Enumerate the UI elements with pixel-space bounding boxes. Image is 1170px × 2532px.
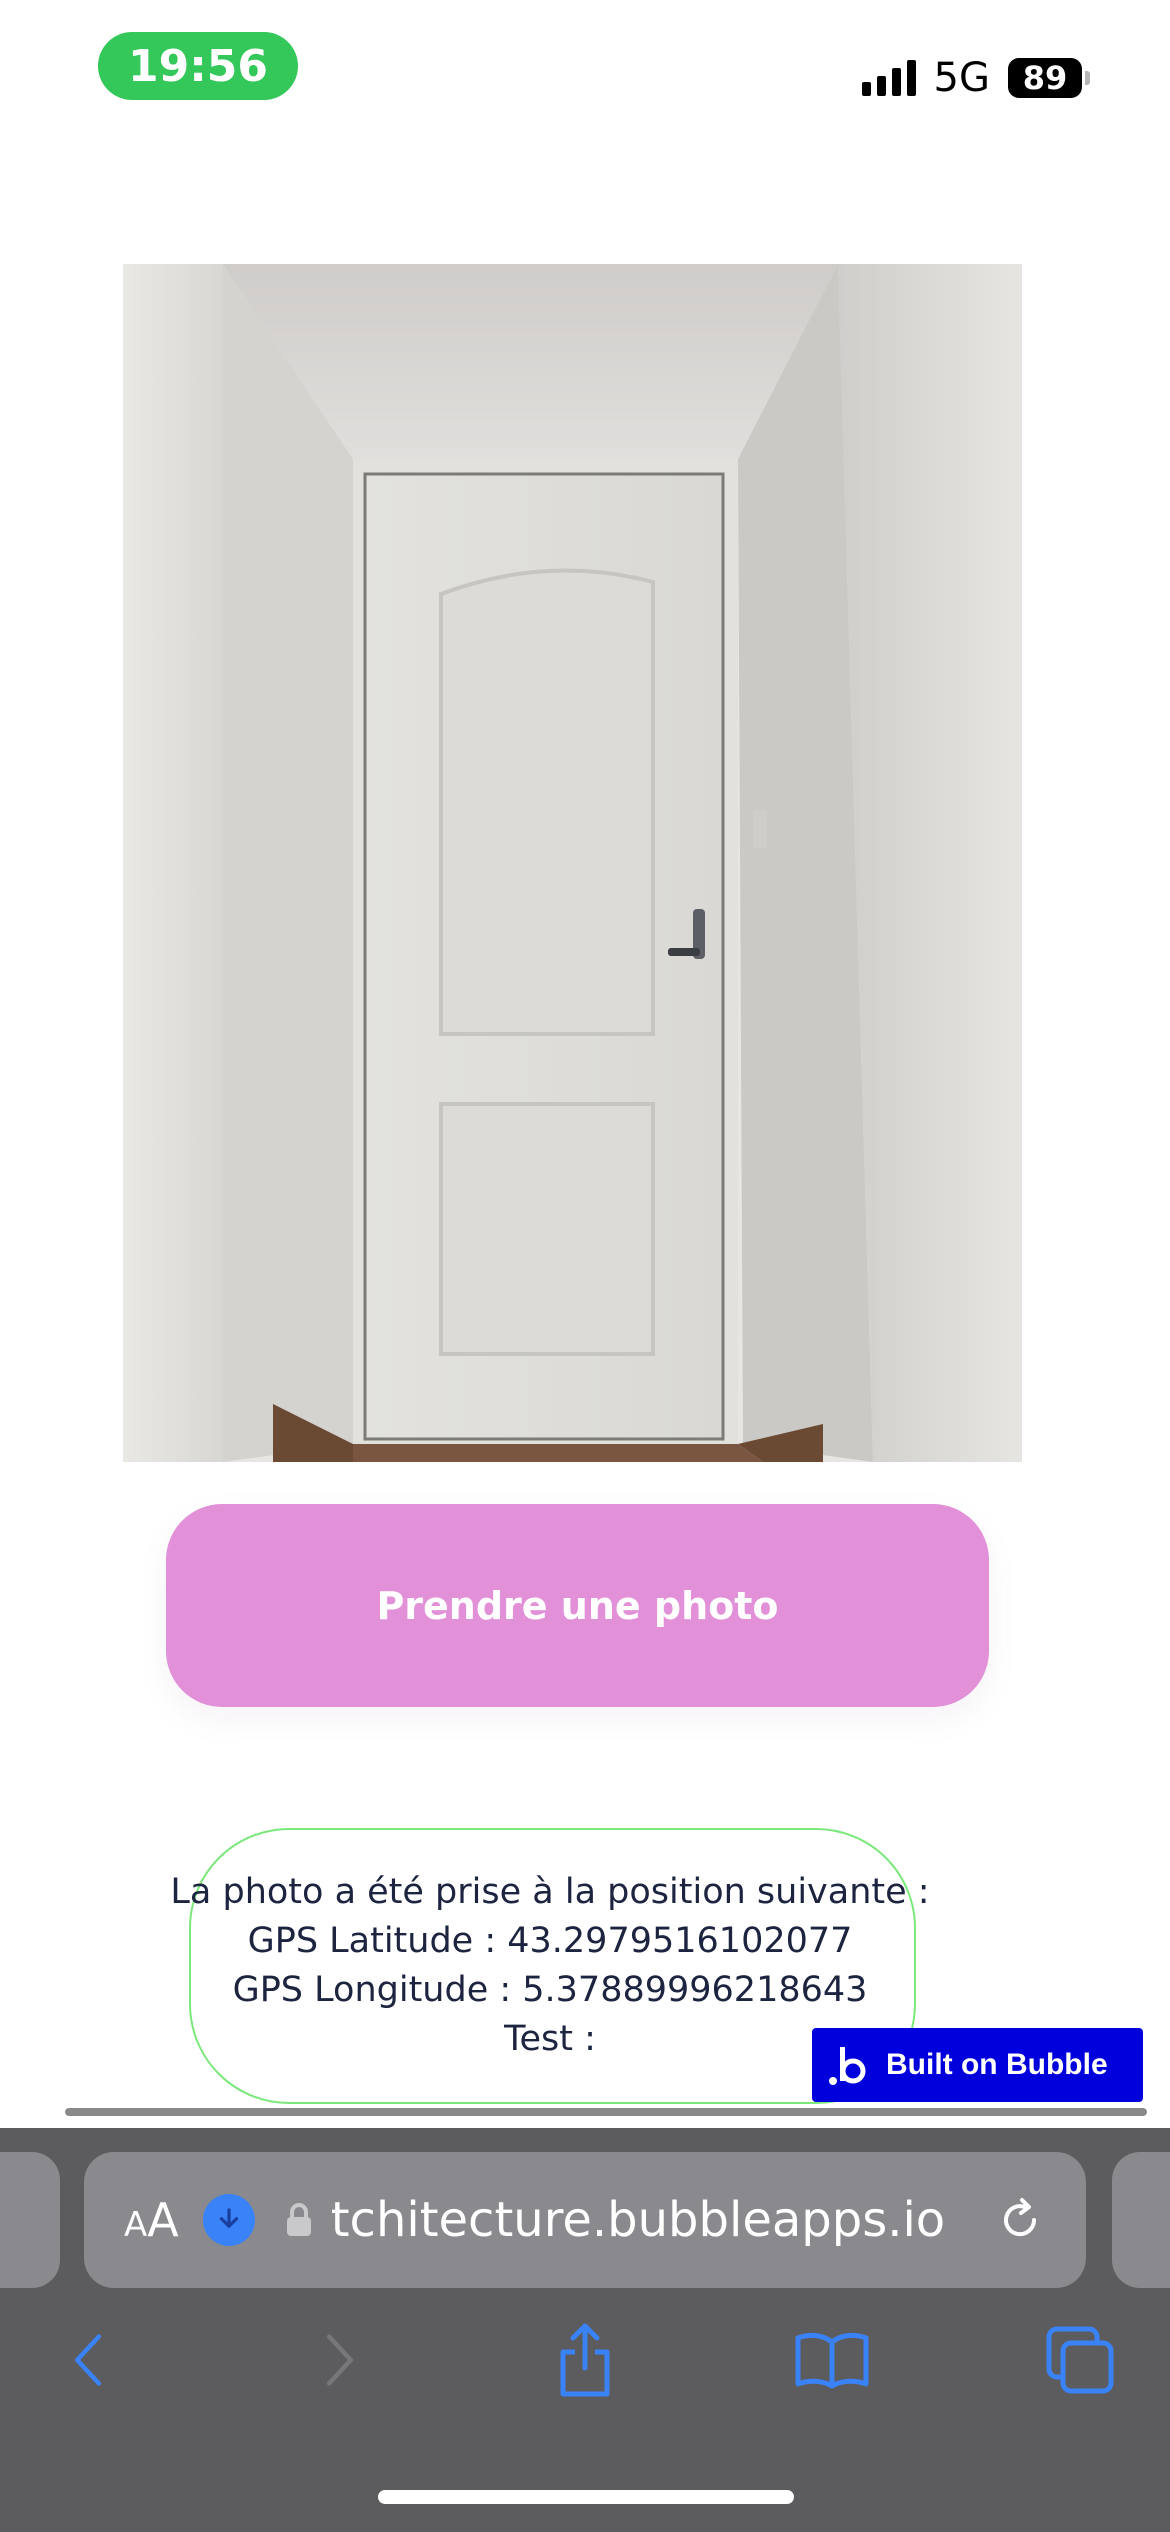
status-time: 19:56	[98, 32, 298, 100]
signal-icon	[861, 60, 916, 96]
previous-tab-preview[interactable]	[0, 2152, 60, 2288]
gps-longitude: GPS Longitude : 5.37889996218643	[232, 1970, 868, 2010]
status-indicators: 5G 89	[861, 48, 1090, 108]
reload-icon[interactable]	[994, 2194, 1046, 2246]
download-icon[interactable]	[202, 2194, 255, 2246]
back-icon[interactable]	[48, 2320, 128, 2400]
share-icon[interactable]	[545, 2320, 625, 2400]
home-indicator[interactable]	[378, 2490, 794, 2504]
url-text[interactable]: tchitecture.bubbleapps.io	[331, 2192, 970, 2248]
location-heading: La photo a été prise à la position suiva…	[170, 1872, 930, 1912]
built-on-bubble-badge[interactable]: Built on Bubble	[812, 2028, 1143, 2102]
captured-photo	[123, 264, 1022, 1462]
text-size-button[interactable]: AA	[124, 2193, 179, 2247]
lock-icon	[285, 2202, 313, 2238]
take-photo-button[interactable]: Prendre une photo	[166, 1504, 989, 1707]
next-tab-preview[interactable]	[1112, 2152, 1170, 2288]
tabs-icon[interactable]	[1040, 2320, 1120, 2400]
network-type: 5G	[933, 55, 990, 101]
bubble-logo-icon	[828, 2043, 872, 2087]
forward-icon[interactable]	[300, 2320, 380, 2400]
badge-label: Built on Bubble	[886, 2048, 1108, 2081]
battery-level: 89	[1008, 58, 1082, 98]
gps-latitude: GPS Latitude : 43.2979516102077	[247, 1921, 853, 1961]
battery-icon: 89	[1008, 58, 1090, 98]
page: 19:56 5G 89 Prendre une photo La photo a…	[0, 0, 1170, 2532]
address-bar[interactable]: AA tchitecture.bubbleapps.io	[84, 2152, 1086, 2288]
horizontal-scrollbar[interactable]	[65, 2108, 1147, 2116]
bookmarks-icon[interactable]	[792, 2320, 872, 2400]
